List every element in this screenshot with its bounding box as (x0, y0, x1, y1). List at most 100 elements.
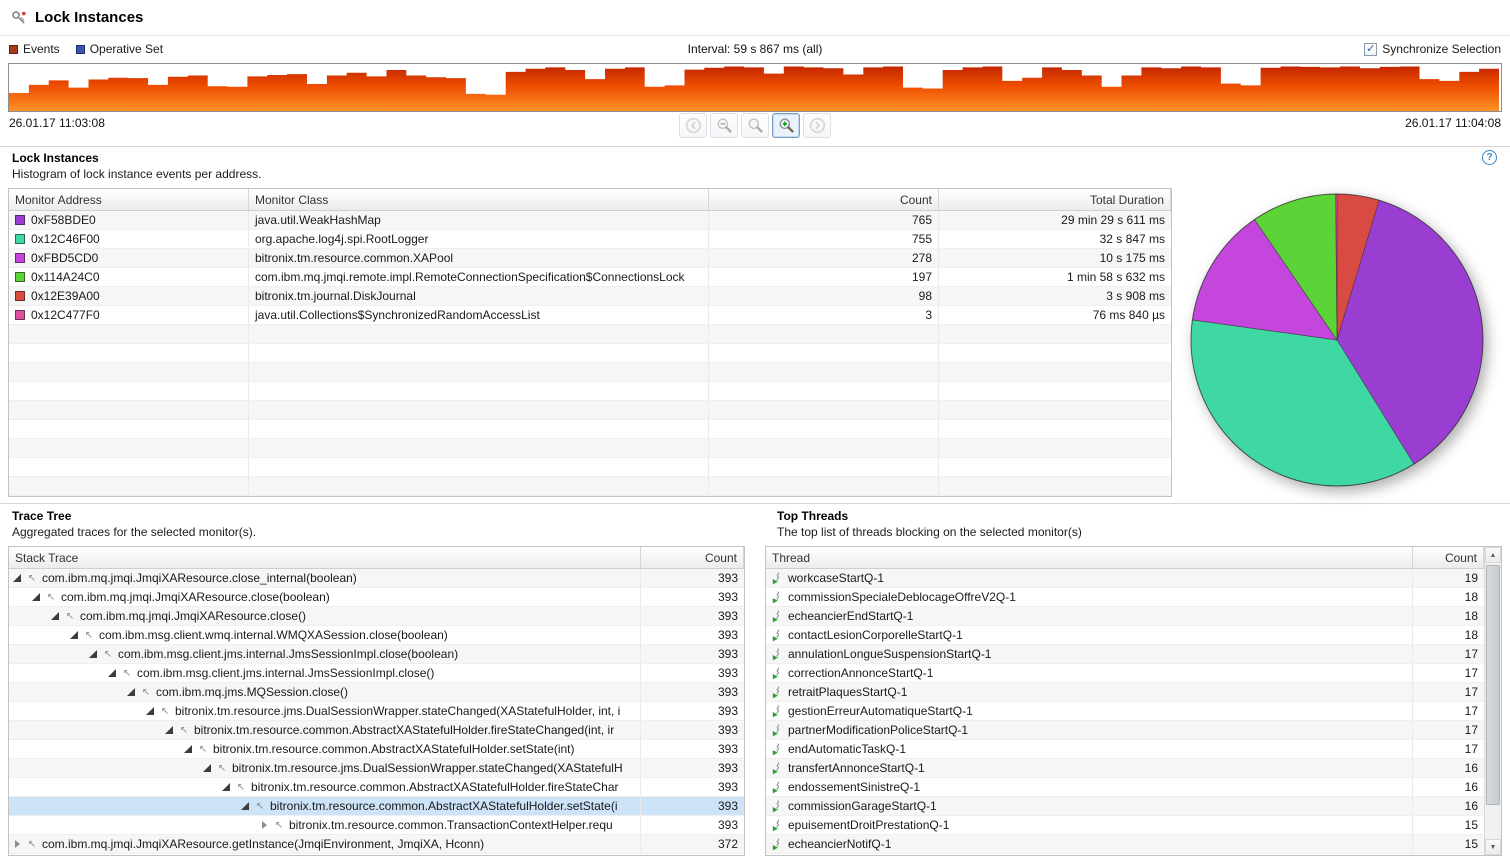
expanded-twistie-icon[interactable] (32, 593, 40, 601)
legend-item-events[interactable]: Events (9, 42, 60, 56)
lock-table-row[interactable]: 0x12C477F0 java.util.Collections$Synchron… (9, 306, 1171, 325)
expanded-twistie-icon[interactable] (13, 574, 21, 582)
trace-tree-row[interactable]: ↖ bitronix.tm.resource.common.AbstractXAS… (9, 797, 744, 816)
column-monitor-address[interactable]: Monitor Address (9, 189, 249, 210)
expanded-twistie-icon[interactable] (184, 745, 192, 753)
thread-icon (772, 571, 783, 585)
trace-tree-row[interactable]: ↖ bitronix.tm.resource.jms.DualSessionWra… (9, 759, 744, 778)
threads-scrollbar[interactable]: ▲ ▼ (1484, 547, 1501, 855)
thread-row[interactable]: endossementSinistreQ-1 16 (766, 778, 1484, 797)
events-area-series[interactable] (9, 66, 1499, 112)
collapsed-twistie-icon[interactable] (15, 840, 20, 848)
timeline-chart-frame[interactable] (8, 63, 1502, 112)
timeline-area-chart[interactable] (9, 64, 1499, 111)
collapsed-twistie-icon[interactable] (262, 821, 267, 829)
trace-count: 393 (717, 666, 738, 680)
trace-tree-row[interactable]: ↖ bitronix.tm.resource.common.AbstractXAS… (9, 740, 744, 759)
column-count[interactable]: Count (709, 189, 939, 210)
expanded-twistie-icon[interactable] (70, 631, 78, 639)
thread-row[interactable]: endAutomaticTaskQ-1 17 (766, 740, 1484, 759)
trace-tree-row[interactable]: ↖ com.ibm.mq.jms.MQSession.close() 393 (9, 683, 744, 702)
expanded-twistie-icon[interactable] (108, 669, 116, 677)
zoom-out-button[interactable] (710, 113, 738, 138)
trace-tree-row[interactable]: ↖ bitronix.tm.resource.common.AbstractXAS… (9, 778, 744, 797)
thread-row[interactable]: commissionGarageStartQ-1 16 (766, 797, 1484, 816)
lock-table-row[interactable] (9, 325, 1171, 344)
lock-table-row[interactable]: 0x114A24C0 com.ibm.mq.jmqi.remote.impl.Re… (9, 268, 1171, 287)
thread-row[interactable]: transfertAnnonceStartQ-1 16 (766, 759, 1484, 778)
scrollbar-thumb[interactable] (1486, 565, 1500, 806)
thread-row[interactable]: annulationLongueSuspensionStartQ-1 17 (766, 645, 1484, 664)
lock-instances-subtitle: Histogram of lock instance events per ad… (12, 167, 262, 181)
column-thread[interactable]: Thread (766, 547, 1412, 568)
expanded-twistie-icon[interactable] (51, 612, 59, 620)
expanded-twistie-icon[interactable] (89, 650, 97, 658)
lock-table-row[interactable]: 0x12C46F00 org.apache.log4j.spi.RootLogge… (9, 230, 1171, 249)
help-icon[interactable]: ? (1482, 150, 1497, 165)
scroll-down-button[interactable]: ▼ (1485, 839, 1501, 855)
expanded-twistie-icon[interactable] (203, 764, 211, 772)
column-monitor-class[interactable]: Monitor Class (249, 189, 709, 210)
select-range-button[interactable] (741, 113, 769, 138)
trace-count: 393 (717, 628, 738, 642)
zoom-in-button[interactable] (772, 113, 800, 138)
trace-tree-row[interactable]: ↖ com.ibm.mq.jmqi.JmqiXAResource.close() 3… (9, 607, 744, 626)
thread-row[interactable]: gestionErreurAutomatiqueStartQ-1 17 (766, 702, 1484, 721)
lock-table-row[interactable]: 0x12E39A00 bitronix.tm.journal.DiskJourna… (9, 287, 1171, 306)
thread-name: contactLesionCorporelleStartQ-1 (788, 628, 963, 642)
column-trace-count[interactable]: Count (640, 547, 744, 568)
expanded-twistie-icon[interactable] (222, 783, 230, 791)
thread-row[interactable]: retraitPlaquesStartQ-1 17 (766, 683, 1484, 702)
thread-row[interactable]: contactLesionCorporelleStartQ-1 18 (766, 626, 1484, 645)
trace-tree-row[interactable]: ↖ com.ibm.msg.client.jms.internal.JmsSess… (9, 664, 744, 683)
expanded-twistie-icon[interactable] (165, 726, 173, 734)
lock-table-row[interactable] (9, 477, 1171, 496)
expanded-twistie-icon[interactable] (146, 707, 154, 715)
thread-row[interactable]: epuisementDroitPrestationQ-1 15 (766, 816, 1484, 835)
lock-table-row[interactable] (9, 344, 1171, 363)
column-thread-count[interactable]: Count (1412, 547, 1484, 568)
stack-frame-icon: ↖ (255, 800, 265, 812)
thread-row[interactable]: partnerModificationPoliceStartQ-1 17 (766, 721, 1484, 740)
top-threads-section: Top Threads The top list of threads bloc… (765, 504, 1510, 856)
lock-table-row[interactable] (9, 439, 1171, 458)
trace-tree-row[interactable]: ↖ com.ibm.mq.jmqi.JmqiXAResource.getInsta… (9, 835, 744, 854)
lock-count-pie-chart[interactable] (1187, 190, 1487, 490)
column-stack-trace[interactable]: Stack Trace (9, 547, 640, 568)
forward-button[interactable] (803, 113, 831, 138)
lock-table-row[interactable]: 0xFBD5CD0 bitronix.tm.resource.common.XAP… (9, 249, 1171, 268)
lock-table-row[interactable] (9, 401, 1171, 420)
lock-table-row[interactable] (9, 363, 1171, 382)
thread-name: endAutomaticTaskQ-1 (788, 742, 907, 756)
stack-frame-icon: ↖ (236, 781, 246, 793)
scrollbar-track[interactable] (1485, 563, 1501, 839)
legend-item-operative-set[interactable]: Operative Set (75, 42, 164, 56)
stack-frame-label: bitronix.tm.resource.common.AbstractXASt… (213, 742, 575, 756)
trace-tree-row[interactable]: ↖ bitronix.tm.resource.common.AbstractXAS… (9, 721, 744, 740)
lock-table-row[interactable] (9, 458, 1171, 477)
column-total-duration[interactable]: Total Duration (939, 189, 1171, 210)
thread-icon (772, 761, 783, 775)
thread-row[interactable]: echeancierEndStartQ-1 18 (766, 607, 1484, 626)
expanded-twistie-icon[interactable] (127, 688, 135, 696)
trace-tree-row[interactable]: ↖ com.ibm.mq.jmqi.JmqiXAResource.close_in… (9, 569, 744, 588)
lock-table-row[interactable] (9, 382, 1171, 401)
lock-table-row[interactable] (9, 420, 1171, 439)
trace-tree-row[interactable]: ↖ com.ibm.msg.client.wmq.internal.WMQXASe… (9, 626, 744, 645)
thread-row[interactable]: correctionAnnonceStartQ-1 17 (766, 664, 1484, 683)
trace-tree-row[interactable]: ↖ bitronix.tm.resource.jms.DualSessionWra… (9, 702, 744, 721)
synchronize-selection-control[interactable]: ✓ Synchronize Selection (1364, 42, 1501, 56)
checkbox-checked-icon[interactable]: ✓ (1364, 42, 1378, 56)
trace-tree-row[interactable]: ↖ com.ibm.msg.client.jms.internal.JmsSess… (9, 645, 744, 664)
thread-row[interactable]: commissionSpecialeDeblocageOffreV2Q-1 18 (766, 588, 1484, 607)
scroll-up-button[interactable]: ▲ (1485, 547, 1501, 563)
trace-tree-row[interactable]: ↖ bitronix.tm.resource.common.Transaction… (9, 816, 744, 835)
back-button[interactable] (679, 113, 707, 138)
lock-table-row[interactable]: 0xF58BDE0 java.util.WeakHashMap 765 29 min … (9, 211, 1171, 230)
legend-label: Operative Set (89, 42, 164, 56)
timeline-footer: 26.01.17 11:03:08 26.01.17 11:04:08 (0, 112, 1510, 145)
trace-tree-row[interactable]: ↖ com.ibm.mq.jmqi.JmqiXAResource.close(bo… (9, 588, 744, 607)
expanded-twistie-icon[interactable] (241, 802, 249, 810)
thread-row[interactable]: workcaseStartQ-1 19 (766, 569, 1484, 588)
thread-row[interactable]: echeancierNotifQ-1 15 (766, 835, 1484, 854)
